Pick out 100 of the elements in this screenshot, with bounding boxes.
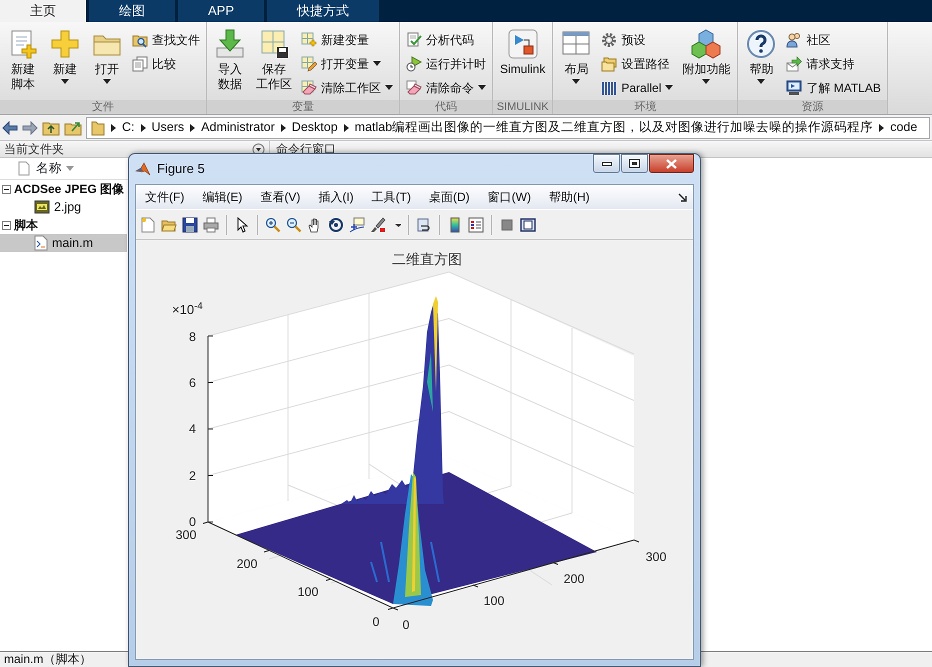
ribbon-button[interactable]: 布局 — [557, 28, 596, 84]
path-segment[interactable]: code — [890, 118, 918, 137]
ribbon-button[interactable]: 帮助 — [742, 28, 780, 84]
path-segment[interactable]: Users — [152, 118, 184, 137]
tick-label: 2 — [189, 469, 196, 483]
window-title: Figure 5 — [157, 160, 205, 178]
menu-item[interactable]: 桌面(D) — [420, 188, 479, 206]
printer-icon[interactable] — [203, 216, 219, 232]
new-document-icon[interactable] — [140, 216, 156, 232]
ribbon-button[interactable]: 了解 MATLAB — [784, 76, 883, 99]
collapse-icon[interactable] — [2, 220, 11, 230]
zoom-out-icon[interactable] — [286, 216, 302, 232]
path-segment[interactable]: Desktop — [292, 118, 338, 137]
chevron-icon — [140, 124, 146, 132]
envelope-arrow-icon — [786, 56, 802, 72]
menu-item[interactable]: 文件(F) — [136, 188, 194, 206]
file-row[interactable]: 2.jpg — [0, 198, 127, 216]
tree-group-label[interactable]: 脚本 — [14, 216, 38, 234]
documents-icon — [132, 56, 148, 72]
forward-arrow-icon[interactable] — [22, 120, 38, 134]
folder-up-icon[interactable] — [42, 120, 60, 136]
ribbon-button[interactable]: 查找文件 — [130, 28, 202, 51]
grid-plus-icon — [301, 32, 317, 48]
menu-item[interactable]: 窗口(W) — [478, 188, 540, 206]
group-label: 变量 — [207, 100, 399, 114]
tree-group-label[interactable]: ACDSee JPEG 图像 — [14, 180, 124, 198]
ribbon-tab[interactable]: 绘图 — [89, 0, 175, 22]
axis-exponent: ×10$^{-4}$ — [172, 300, 203, 319]
ribbon-button[interactable]: 比较 — [130, 52, 202, 75]
maximize-icon — [629, 159, 640, 168]
tick-label: 200 — [236, 557, 258, 571]
rotate-icon[interactable] — [328, 216, 344, 232]
frame-icon[interactable] — [520, 216, 536, 232]
collapse-icon[interactable] — [2, 184, 11, 194]
ribbon-button[interactable]: 打开 — [88, 28, 126, 84]
ribbon-button[interactable]: 分析代码 — [404, 28, 488, 51]
ribbon-button[interactable]: 预设 — [599, 28, 676, 51]
tick-label: 100 — [298, 585, 318, 599]
menu-item[interactable]: 帮助(H) — [540, 188, 599, 206]
dropdown-circle-icon[interactable] — [252, 142, 265, 156]
square-icon[interactable] — [499, 216, 515, 232]
ribbon-button[interactable]: Simulink — [497, 28, 548, 77]
minimize-button[interactable] — [593, 154, 620, 173]
ribbon-button[interactable]: 保存 工作区 — [253, 28, 295, 92]
play-timer-icon — [406, 56, 422, 72]
minimize-icon — [602, 162, 612, 166]
caret-icon — [665, 85, 674, 90]
script-file-icon — [34, 235, 48, 251]
plot-title: 二维直方图 — [392, 253, 462, 268]
ribbon-button[interactable]: 打开变量 — [299, 52, 395, 75]
chevron-icon — [190, 124, 196, 132]
column-header[interactable]: 名称 — [36, 159, 74, 178]
caret-icon — [385, 85, 393, 90]
ribbon-button[interactable]: 新建变量 — [299, 28, 395, 51]
ribbon-button[interactable]: 设置路径 — [599, 52, 676, 75]
menu-item[interactable]: 插入(I) — [309, 188, 363, 206]
back-arrow-icon[interactable] — [2, 120, 18, 134]
close-button[interactable] — [649, 154, 694, 173]
path-segment[interactable]: matlab编程画出图像的一维直方图及二维直方图，以及对图像进行加噪去噪的操作源码程序 — [354, 118, 874, 137]
ribbon-button[interactable]: 新建 — [46, 28, 84, 84]
path-segment[interactable]: Administrator — [201, 118, 275, 137]
ribbon-tab[interactable]: 快捷方式 — [267, 0, 380, 22]
sort-caret-icon — [66, 166, 74, 171]
ribbon-button[interactable]: 请求支持 — [784, 52, 883, 75]
chevron-icon — [344, 124, 349, 132]
ribbon-button[interactable]: 运行并计时 — [404, 52, 488, 75]
zoom-in-icon[interactable] — [265, 216, 281, 232]
block-diagram-icon — [506, 28, 539, 60]
ribbon-button[interactable]: 社区 — [784, 28, 883, 51]
ribbon-button[interactable]: 清除命令 — [404, 76, 488, 99]
group-label: SIMULINK — [493, 100, 552, 114]
menu-item[interactable]: 工具(T) — [362, 188, 420, 206]
caret-icon — [757, 79, 766, 84]
folder-arrow-icon[interactable] — [64, 120, 82, 136]
caret-icon — [478, 85, 486, 90]
ribbon-button[interactable]: 新建 脚本 — [4, 28, 42, 92]
dock-arrow-icon[interactable] — [678, 192, 687, 202]
data-cursor-icon[interactable] — [349, 216, 365, 232]
ribbon-button[interactable]: 清除工作区 — [299, 76, 395, 99]
peak-logo-icon — [135, 161, 151, 177]
tick-label: 200 — [564, 572, 584, 586]
ribbon-button[interactable]: 导入 数据 — [211, 28, 249, 92]
panel-title: 当前文件夹 — [4, 141, 64, 158]
menu-item[interactable]: 查看(V) — [251, 188, 310, 206]
ribbon-button[interactable]: Parallel — [599, 76, 676, 99]
ribbon-tab[interactable]: APP — [178, 0, 264, 22]
brush-icon[interactable] — [370, 216, 386, 232]
path-segment[interactable]: C: — [122, 118, 134, 137]
tick-label: 0 — [402, 618, 410, 632]
legend-icon[interactable] — [468, 216, 484, 232]
file-row[interactable]: main.m — [0, 234, 127, 252]
maximize-button[interactable] — [621, 154, 648, 173]
people-icon — [786, 32, 802, 48]
menu-item[interactable]: 编辑(E) — [193, 188, 252, 206]
address-field[interactable]: C: Users Administrator Desktop matlab编程画出图像的一维直方图及二维直方图，以及对图像进行加噪去噪的操作源码程序 code — [86, 116, 930, 138]
group-label: 环境 — [553, 100, 738, 114]
tick-label: 6 — [189, 376, 196, 390]
ribbon-button[interactable]: 附加功能 — [679, 28, 734, 84]
ribbon-tab[interactable]: 主页 — [0, 0, 86, 22]
document-check-icon — [406, 32, 422, 48]
